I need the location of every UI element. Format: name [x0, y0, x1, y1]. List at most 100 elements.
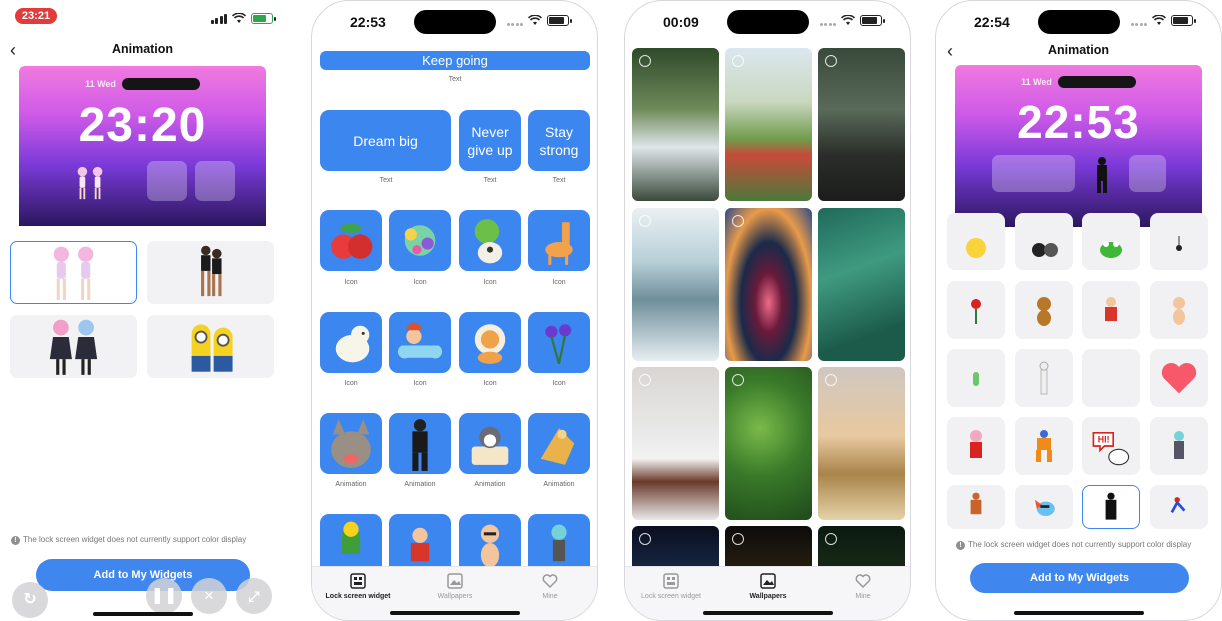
screen-widget-gallery: 22:53 Keep going Text Dream big Text Nev… — [311, 0, 598, 621]
live-badge-icon — [732, 55, 744, 67]
girl-icon — [970, 430, 982, 458]
animation-option-minions[interactable] — [147, 315, 274, 378]
animation-option-anime-dancers[interactable] — [10, 241, 137, 304]
widget-animation-man[interactable] — [389, 413, 451, 474]
sticker-frog[interactable] — [1082, 213, 1140, 270]
sun-icon — [966, 237, 986, 258]
widget-animation-fox[interactable] — [528, 413, 590, 474]
miku-icon — [1174, 431, 1184, 459]
widget-label: Animation — [474, 481, 506, 488]
monkey-icon — [1037, 297, 1051, 326]
live-badge-icon — [732, 215, 744, 227]
replay-button[interactable]: ↻ — [12, 582, 48, 618]
wallpaper-snowy-mountain[interactable] — [632, 208, 719, 361]
widget-icon-flowers[interactable] — [389, 210, 451, 271]
widget-icon-polar-bear[interactable] — [320, 312, 382, 373]
tab-mine[interactable]: Mine — [510, 573, 590, 600]
status-bar: 22:53 — [312, 1, 597, 41]
wallpaper-poppy-field[interactable] — [725, 48, 812, 201]
widget-animation-husky[interactable] — [459, 413, 521, 474]
add-to-widgets-button[interactable]: Add to My Widgets — [970, 563, 1189, 593]
widget-icon-plant[interactable] — [459, 210, 521, 271]
svg-text:HI!: HI! — [1098, 435, 1110, 445]
wallpaper-horses-snow[interactable] — [632, 367, 719, 520]
live-badge-icon — [732, 533, 744, 545]
widget-slot — [147, 161, 187, 201]
sticker-pony[interactable] — [1015, 485, 1073, 529]
widget-dream-big[interactable]: Dream big — [320, 110, 451, 171]
widget-label: Icon — [413, 380, 427, 387]
info-icon: ! — [11, 536, 20, 545]
widget-icon-giraffe[interactable] — [528, 210, 590, 271]
sticker-baby[interactable] — [1150, 281, 1208, 339]
hi-bunny-icon: HI! — [1092, 431, 1130, 466]
home-indicator — [389, 611, 520, 615]
status-time: 22:53 — [350, 14, 386, 30]
status-time: 22:54 — [974, 14, 1010, 30]
widget-icon-lion[interactable] — [459, 312, 521, 373]
sticker-monkey[interactable] — [1015, 281, 1073, 339]
widget-icon-bathtub[interactable] — [389, 312, 451, 373]
widget-stay-strong[interactable]: Stay strong — [528, 110, 590, 171]
mute-button[interactable]: ✕ — [191, 578, 227, 614]
sticker-heart[interactable] — [1150, 349, 1208, 407]
sticker-pink-hair-girl[interactable] — [947, 417, 1005, 475]
widget-never-give-up[interactable]: Never give up — [459, 110, 521, 171]
widget-icon-cherries[interactable] — [320, 210, 382, 271]
lock-date: 11 Wed — [1021, 77, 1052, 87]
tab-wallpapers[interactable]: Wallpapers — [728, 573, 808, 600]
widget-slot — [195, 161, 235, 201]
bathtub-icon — [397, 322, 443, 359]
sticker-muscle-man[interactable] — [947, 485, 1005, 529]
plant-icon — [474, 219, 503, 264]
wallpaper-green-water[interactable] — [818, 208, 905, 361]
widget-grid-icon — [663, 573, 679, 589]
sticker-empty[interactable] — [1082, 349, 1140, 407]
page-title: Animation — [1047, 43, 1110, 57]
sticker-skeleton[interactable] — [1015, 349, 1073, 407]
expand-button[interactable]: ⤢ — [236, 578, 272, 614]
wallpaper-heart-beach[interactable] — [725, 208, 812, 361]
widget-label: Text — [552, 177, 566, 184]
pause-button[interactable]: ❚❚ — [146, 578, 182, 614]
animation-option-dancing-women[interactable] — [147, 241, 274, 304]
sticker-hi-bunny[interactable]: HI! — [1082, 417, 1140, 475]
tab-lock-screen-widget[interactable]: Lock screen widget — [318, 573, 398, 600]
signal-icon — [819, 16, 836, 26]
lock-date: 11 Wed — [85, 79, 116, 89]
sticker-spiderman[interactable] — [1150, 485, 1208, 529]
wallpaper-green-leaves[interactable] — [725, 367, 812, 520]
minions-image — [191, 324, 233, 372]
sticker-orange-dancer[interactable] — [1015, 417, 1073, 475]
widget-animation-cat[interactable] — [320, 413, 382, 474]
animation-option-anime-maids[interactable] — [10, 315, 137, 378]
wallpaper-forest-balcony[interactable] — [818, 48, 905, 201]
home-indicator — [1013, 611, 1144, 615]
widget-slot — [992, 155, 1075, 192]
lock-screen-preview: 11 Wed 22:53 — [955, 65, 1202, 227]
sticker-spider[interactable] — [1150, 213, 1208, 270]
sticker-sun[interactable] — [947, 213, 1005, 270]
sticker-cactus[interactable] — [947, 349, 1005, 407]
roses-icon — [545, 324, 572, 365]
wallpaper-sunset-path[interactable] — [818, 367, 905, 520]
polar-bear-icon — [335, 325, 370, 363]
wallpaper-waterfall[interactable] — [632, 48, 719, 201]
sticker-jester[interactable] — [1082, 281, 1140, 339]
battery-icon — [1171, 15, 1196, 26]
widget-icon-roses[interactable] — [528, 312, 590, 373]
cat-sticker-icon — [1032, 242, 1058, 257]
tab-lock-screen-widget[interactable]: Lock screen widget — [631, 573, 711, 600]
live-badge-icon — [639, 374, 651, 386]
anime-dancers-widget — [77, 166, 103, 200]
tab-mine[interactable]: Mine — [823, 573, 903, 600]
home-indicator — [702, 611, 833, 615]
tab-wallpapers[interactable]: Wallpapers — [415, 573, 495, 600]
screen-animation-editor-2: 22:54 ‹ Animation 11 Wed 22:53 HI! ! The … — [935, 0, 1222, 621]
sticker-rose[interactable] — [947, 281, 1005, 339]
sticker-cats[interactable] — [1015, 213, 1073, 270]
color-support-note: ! The lock screen widget does not current… — [11, 535, 246, 545]
sticker-miku[interactable] — [1150, 417, 1208, 475]
sticker-man-selected[interactable] — [1082, 485, 1140, 529]
widget-keep-going[interactable]: Keep going — [320, 51, 590, 70]
